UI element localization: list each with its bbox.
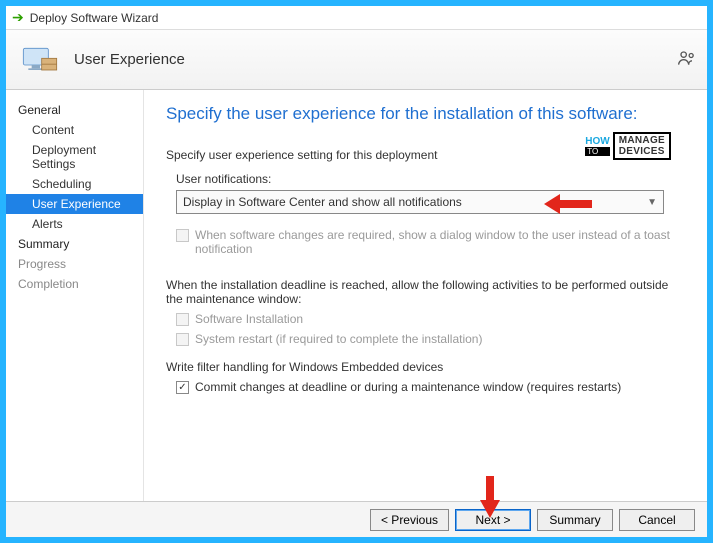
page-title: User Experience [74, 51, 185, 68]
dialog-window-label: When software changes are required, show… [195, 228, 687, 256]
sidebar-item-summary[interactable]: Summary [6, 234, 143, 254]
software-installation-label: Software Installation [195, 312, 303, 326]
watermark-logo: HOW TO MANAGE DEVICES [585, 132, 671, 160]
wizard-window: ➔ Deploy Software Wizard User Experience… [0, 0, 713, 543]
watermark-how: HOW [585, 137, 609, 147]
main-panel: Specify the user experience for the inst… [144, 90, 707, 501]
software-installation-checkbox [176, 313, 189, 326]
monitor-box-icon [20, 40, 60, 80]
watermark-devices: DEVICES [619, 146, 665, 157]
annotation-arrow-left-icon [544, 192, 594, 216]
sidebar-item-user-experience[interactable]: User Experience [6, 194, 143, 214]
previous-button[interactable]: < Previous [370, 509, 449, 531]
sidebar-item-general[interactable]: General [6, 100, 143, 120]
summary-button[interactable]: Summary [537, 509, 613, 531]
nav-sidebar: General Content Deployment Settings Sche… [6, 90, 144, 501]
cancel-button[interactable]: Cancel [619, 509, 695, 531]
user-notifications-value: Display in Software Center and show all … [183, 195, 462, 209]
write-filter-label: Write filter handling for Windows Embedd… [166, 360, 687, 374]
dialog-window-checkbox [176, 229, 189, 242]
watermark-to: TO [585, 147, 609, 156]
footer-buttons: < Previous Next > Summary Cancel [6, 501, 707, 537]
body: General Content Deployment Settings Sche… [6, 90, 707, 501]
deadline-text: When the installation deadline is reache… [166, 278, 687, 306]
sidebar-item-completion: Completion [6, 274, 143, 294]
header-band: User Experience [6, 30, 707, 90]
window-title: Deploy Software Wizard [30, 11, 159, 25]
commit-changes-checkbox[interactable]: ✓ [176, 381, 189, 394]
user-notifications-label: User notifications: [176, 172, 687, 186]
chevron-down-icon: ▼ [647, 197, 657, 208]
sidebar-item-deployment-settings[interactable]: Deployment Settings [6, 140, 143, 174]
sidebar-item-alerts[interactable]: Alerts [6, 214, 143, 234]
sidebar-item-scheduling[interactable]: Scheduling [6, 174, 143, 194]
system-restart-label: System restart (if required to complete … [195, 332, 482, 346]
annotation-arrow-down-icon [478, 476, 502, 518]
watermark-manage: MANAGE [619, 135, 665, 146]
sidebar-item-progress: Progress [6, 254, 143, 274]
titlebar: ➔ Deploy Software Wizard [6, 6, 707, 30]
title-arrow-icon: ➔ [12, 9, 24, 26]
sidebar-item-content[interactable]: Content [6, 120, 143, 140]
main-heading: Specify the user experience for the inst… [166, 104, 687, 124]
people-icon [677, 48, 697, 73]
commit-changes-label: Commit changes at deadline or during a m… [195, 380, 621, 394]
system-restart-checkbox [176, 333, 189, 346]
